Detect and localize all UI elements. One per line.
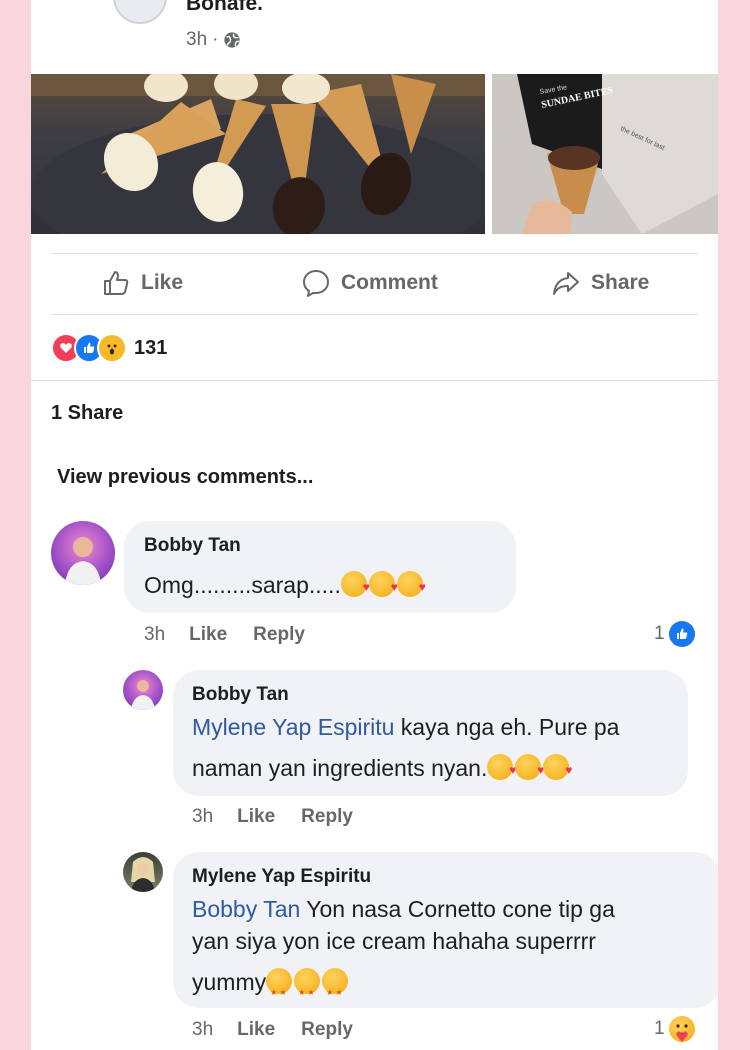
reply-author[interactable]: Bobby Tan <box>192 684 289 706</box>
comment-bubble: Bobby Tan Omg.........sarap..... <box>124 521 516 613</box>
reply-reply-button[interactable]: Reply <box>301 806 353 828</box>
reply-mention[interactable]: Bobby Tan <box>192 896 300 922</box>
comment-bubble-icon <box>303 270 329 297</box>
reply-like-button[interactable]: Like <box>237 806 275 828</box>
share-arrow-icon <box>553 272 579 295</box>
comment-label: Comment <box>341 271 438 294</box>
share-label: Share <box>591 271 650 294</box>
wow-reaction-icon <box>97 333 127 363</box>
view-previous-comments[interactable]: View previous comments... <box>57 466 313 489</box>
star-struck-icon <box>294 968 321 1013</box>
reply-line1: Yon nasa Cornetto cone tip ga <box>300 896 615 922</box>
post-photo-cones[interactable] <box>31 74 485 234</box>
post-card: Bonafe. 3h · Save the SUNDAE BITES the b… <box>31 0 718 1050</box>
like-label: Like <box>141 271 184 294</box>
reply-meta: 3h Like Reply <box>192 1019 353 1041</box>
divider-bottom <box>31 380 718 381</box>
comment-time[interactable]: 3h <box>144 624 165 646</box>
reply-time[interactable]: 3h <box>192 1019 213 1041</box>
reply-line1: kaya nga eh. Pure pa <box>394 714 620 740</box>
reply-text-line1: Mylene Yap Espiritu kaya nga eh. Pure pa <box>192 707 619 747</box>
like-button[interactable]: Like <box>101 253 183 313</box>
reply-meta: 3h Like Reply <box>192 806 353 828</box>
star-struck-icon <box>266 968 293 1013</box>
meta-separator: · <box>212 29 219 50</box>
comment-button[interactable]: Comment <box>301 253 438 313</box>
reply-reaction-count: 1 <box>654 1018 665 1039</box>
cones-photo-art <box>31 74 485 234</box>
reply-text-line2: naman yan ingredients nyan. <box>192 748 572 790</box>
comment-reaction-summary[interactable]: 1 <box>654 621 695 647</box>
smiling-face-with-hearts-icon <box>487 750 516 790</box>
comment-meta: 3h Like Reply <box>144 624 305 646</box>
reply-author[interactable]: Mylene Yap Espiritu <box>192 866 371 888</box>
smiling-face-with-hearts-icon <box>396 567 426 607</box>
reactions-summary[interactable]: 131 <box>51 333 167 363</box>
reaction-count: 131 <box>134 336 168 359</box>
reply-avatar[interactable] <box>123 670 163 710</box>
star-struck-icon <box>322 968 349 1013</box>
reply-time[interactable]: 3h <box>192 806 213 828</box>
post-actions: Like Comment Share <box>31 253 718 313</box>
divider-mid <box>51 314 698 315</box>
reply-mention[interactable]: Mylene Yap Espiritu <box>192 714 394 740</box>
bag-photo-art: Save the SUNDAE BITES the best for last <box>492 74 718 234</box>
thumbs-up-icon <box>104 271 129 295</box>
reply-bubble: Mylene Yap Espiritu Bobby Tan Yon nasa C… <box>173 852 718 1013</box>
comment-reaction-count: 1 <box>654 623 665 644</box>
globe-icon <box>224 32 241 48</box>
reply-bubble: Bobby Tan Mylene Yap Espiritu kaya nga e… <box>173 670 688 796</box>
smiling-face-with-hearts-icon <box>543 750 572 790</box>
share-count[interactable]: 1 Share <box>51 402 123 425</box>
reply-reply-button[interactable]: Reply <box>301 1019 353 1041</box>
share-button[interactable]: Share <box>551 253 649 313</box>
reply-like-button[interactable]: Like <box>237 1019 275 1041</box>
reply-line2: naman yan ingredients nyan. <box>192 755 488 781</box>
reply-avatar[interactable] <box>123 852 163 892</box>
post-photo-bag[interactable]: Save the SUNDAE BITES the best for last <box>492 74 718 234</box>
commenter-avatar[interactable] <box>51 521 115 585</box>
page-avatar[interactable] <box>113 0 167 24</box>
post-meta: 3h · <box>186 29 241 51</box>
comment-like-button[interactable]: Like <box>189 624 227 646</box>
reply-text-line2: yan siya yon ice cream hahaha superrrr <box>192 928 596 954</box>
smiling-face-with-hearts-icon <box>368 567 398 607</box>
smiling-face-with-hearts-icon <box>340 567 370 607</box>
comment-text: Omg.........sarap..... <box>144 565 426 607</box>
reply-text-line3: yummy <box>192 962 350 1013</box>
reply-reaction-summary[interactable]: 1 <box>654 1016 697 1042</box>
page-name[interactable]: Bonafe. <box>186 0 263 16</box>
smiling-face-with-hearts-icon <box>515 750 544 790</box>
comment-author[interactable]: Bobby Tan <box>144 535 241 557</box>
post-time[interactable]: 3h <box>186 29 207 51</box>
reply-line3: yummy <box>192 969 267 995</box>
comment-text-body: Omg.........sarap..... <box>144 572 341 598</box>
care-icon <box>668 1016 695 1042</box>
like-icon <box>668 621 695 647</box>
comment-reply-button[interactable]: Reply <box>253 624 305 646</box>
